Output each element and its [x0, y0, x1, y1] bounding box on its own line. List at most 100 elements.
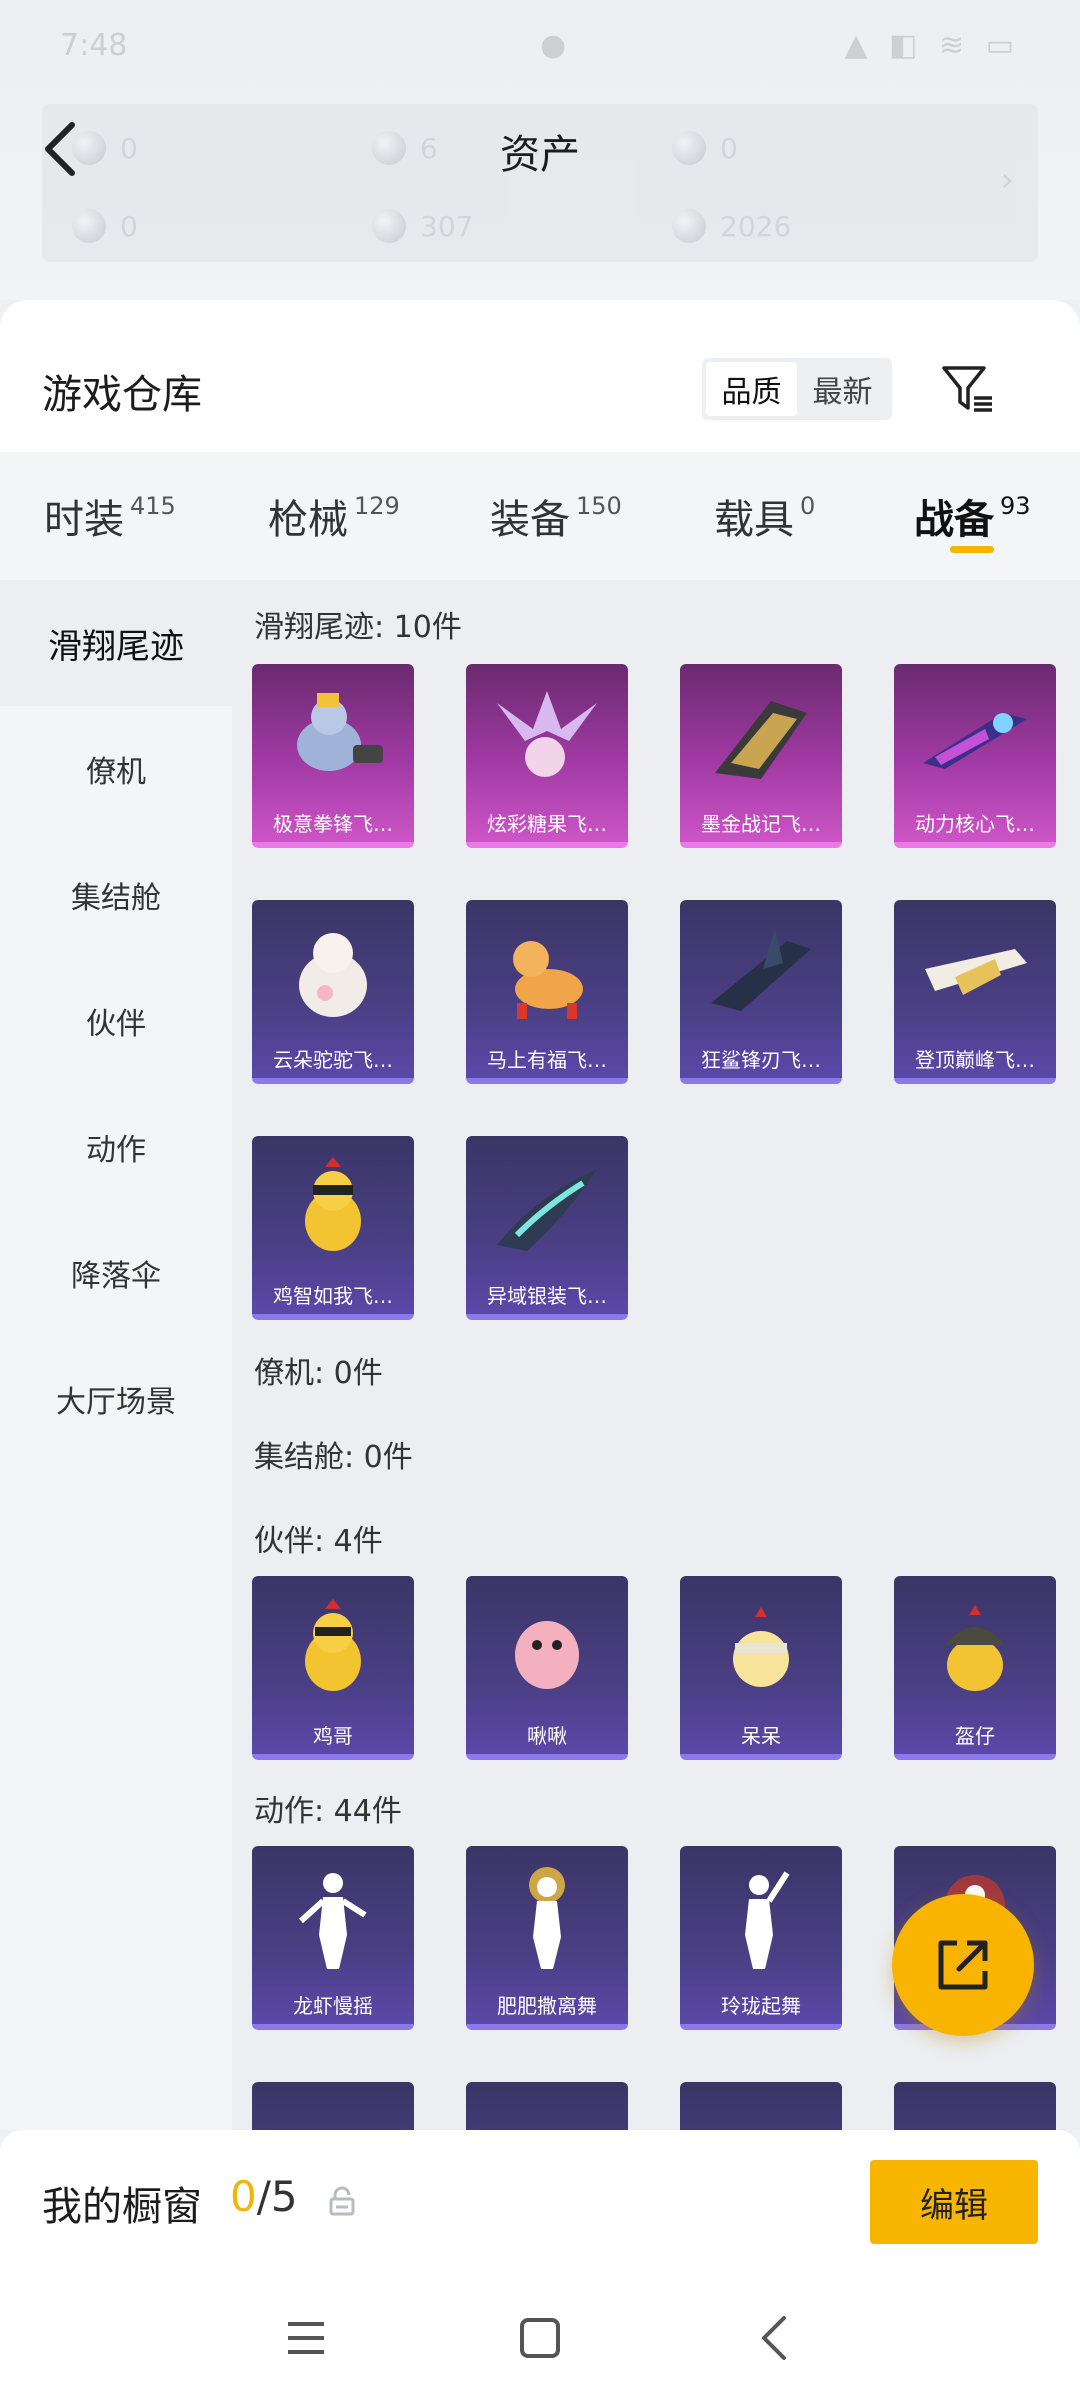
smart-chicken-icon	[252, 1136, 414, 1284]
tab-battle-gear[interactable]: 战备 93	[914, 452, 1031, 580]
tab-vehicles[interactable]: 载具 0	[714, 452, 815, 580]
section-title-trails: 滑翔尾迹: 10件	[254, 610, 462, 645]
item-card[interactable]: 盔仔	[894, 1576, 1056, 1760]
sidebar-item-lobby-scene[interactable]: 大厅场景	[0, 1336, 232, 1462]
item-card[interactable]	[894, 2082, 1056, 2130]
sidebar-item-capsule[interactable]: 集结舱	[0, 832, 232, 958]
item-card[interactable]: 玲珑起舞	[680, 1846, 842, 2030]
item-card[interactable]: 鸡智如我飞…	[252, 1136, 414, 1320]
active-tab-indicator	[950, 546, 994, 553]
item-name: 登顶巅峰飞…	[915, 1048, 1035, 1072]
item-card[interactable]: 狂鲨锋刃飞…	[680, 900, 842, 1084]
pink-bird-icon	[466, 1576, 628, 1724]
tab-label: 时装	[44, 497, 124, 543]
subcategory-sidebar: 滑翔尾迹 僚机 集结舱 伙伴 动作 降落伞 大厅场景	[0, 580, 232, 2130]
tab-count: 415	[130, 492, 176, 520]
item-card[interactable]	[680, 2082, 842, 2130]
tab-count: 129	[354, 492, 400, 520]
item-card[interactable]: 啾啾	[466, 1576, 628, 1760]
cloud-alpaca-icon	[252, 900, 414, 1048]
share-button[interactable]	[892, 1894, 1034, 2036]
dancer-silhouette-icon	[466, 1846, 628, 1994]
asset-value: 2026	[720, 209, 792, 243]
item-card[interactable]: 肥肥撒离舞	[466, 1846, 628, 2030]
home-icon[interactable]	[514, 2312, 566, 2364]
dancer-silhouette-icon	[894, 2082, 1056, 2130]
tab-label: 枪械	[268, 497, 348, 543]
share-icon	[938, 1940, 988, 1990]
item-card[interactable]: 动力核心飞…	[894, 664, 1056, 848]
lock-icon	[329, 2186, 355, 2216]
dancer-silhouette-icon	[680, 2082, 842, 2130]
item-name: 啾啾	[527, 1724, 567, 1748]
tab-label: 装备	[490, 497, 570, 543]
item-card[interactable]: 墨金战记飞…	[680, 664, 842, 848]
item-name: 狂鲨锋刃飞…	[701, 1048, 821, 1072]
asset-row: 0 307 2026	[42, 196, 1038, 256]
asset-item: 2026	[672, 196, 791, 256]
item-card[interactable]: 马上有福飞…	[466, 900, 628, 1084]
section-title-capsule: 集结舱: 0件	[254, 1440, 413, 1475]
back-icon[interactable]	[750, 2312, 802, 2364]
asset-item: 0	[72, 196, 138, 256]
item-card[interactable]	[466, 2082, 628, 2130]
candy-wings-icon	[466, 664, 628, 812]
summit-jet-icon	[894, 900, 1056, 1048]
lucky-horse-icon	[466, 900, 628, 1048]
section-title-emotes: 动作: 44件	[254, 1794, 402, 1829]
coin-icon	[672, 209, 706, 243]
section-title-wingman: 僚机: 0件	[254, 1356, 383, 1391]
item-card[interactable]: 龙虾慢摇	[252, 1846, 414, 2030]
item-card[interactable]: 登顶巅峰飞…	[894, 900, 1056, 1084]
showcase-bar: 我的橱窗 0/5 编辑	[0, 2130, 1080, 2270]
tab-equipment[interactable]: 装备 150	[490, 452, 622, 580]
sort-quality-button[interactable]: 品质	[706, 362, 797, 416]
coin-icon	[372, 209, 406, 243]
showcase-count: 0/5	[230, 2172, 298, 2221]
page-title: 资产	[500, 132, 580, 178]
sort-newest-button[interactable]: 最新	[797, 362, 888, 416]
sidebar-item-glide-trail[interactable]: 滑翔尾迹	[0, 580, 232, 706]
filter-button[interactable]	[940, 362, 996, 418]
item-name: 盔仔	[955, 1724, 995, 1748]
sidebar-item-wingman[interactable]: 僚机	[0, 706, 232, 832]
showcase-label: 我的橱窗	[42, 2184, 202, 2230]
item-card[interactable]: 云朵驼驼飞…	[252, 900, 414, 1084]
edit-button[interactable]: 编辑	[870, 2160, 1038, 2244]
sort-toggle: 品质 最新	[702, 358, 892, 420]
section-title-partners: 伙伴: 4件	[254, 1524, 383, 1559]
shark-blade-icon	[680, 900, 842, 1048]
asset-item: 307	[372, 196, 473, 256]
item-name: 呆呆	[741, 1724, 781, 1748]
showcase-used: 0	[230, 2172, 257, 2221]
category-tabs: 时装 415 枪械 129 装备 150 载具 0 战备 93	[0, 452, 1080, 580]
helmet-chicken-icon	[894, 1576, 1056, 1724]
item-name: 玲珑起舞	[721, 1994, 801, 2018]
tab-fashion[interactable]: 时装 415	[44, 452, 176, 580]
item-card[interactable]: 鸡哥	[252, 1576, 414, 1760]
power-core-craft-icon	[894, 664, 1056, 812]
item-card[interactable]: 极意拳锋飞…	[252, 664, 414, 848]
item-name: 龙虾慢摇	[293, 1994, 373, 2018]
sidebar-item-emote[interactable]: 动作	[0, 1084, 232, 1210]
menu-icon[interactable]	[280, 2312, 332, 2364]
warehouse-card: 游戏仓库 品质 最新 时装 415 枪械 129 装备 150 载具 0 战备 …	[0, 300, 1080, 2130]
tab-firearms[interactable]: 枪械 129	[268, 452, 400, 580]
item-name: 动力核心飞…	[915, 812, 1035, 836]
tab-count: 150	[576, 492, 622, 520]
exotic-silver-icon	[466, 1136, 628, 1284]
item-card[interactable]: 呆呆	[680, 1576, 842, 1760]
status-center: ●	[540, 28, 567, 63]
item-card[interactable]	[252, 2082, 414, 2130]
item-card[interactable]: 炫彩糖果飞…	[466, 664, 628, 848]
status-bar: 7:48 ● ▲ ◧ ≋ ▭	[0, 18, 1080, 78]
item-name: 异域银装飞…	[487, 1284, 607, 1308]
coin-icon	[72, 209, 106, 243]
dancer-silhouette-icon	[252, 1846, 414, 1994]
item-name: 云朵驼驼飞…	[273, 1048, 393, 1072]
item-name: 鸡哥	[313, 1724, 353, 1748]
sidebar-item-partner[interactable]: 伙伴	[0, 958, 232, 1084]
warehouse-title: 游戏仓库	[42, 372, 202, 418]
item-card[interactable]: 异域银装飞…	[466, 1136, 628, 1320]
sidebar-item-parachute[interactable]: 降落伞	[0, 1210, 232, 1336]
